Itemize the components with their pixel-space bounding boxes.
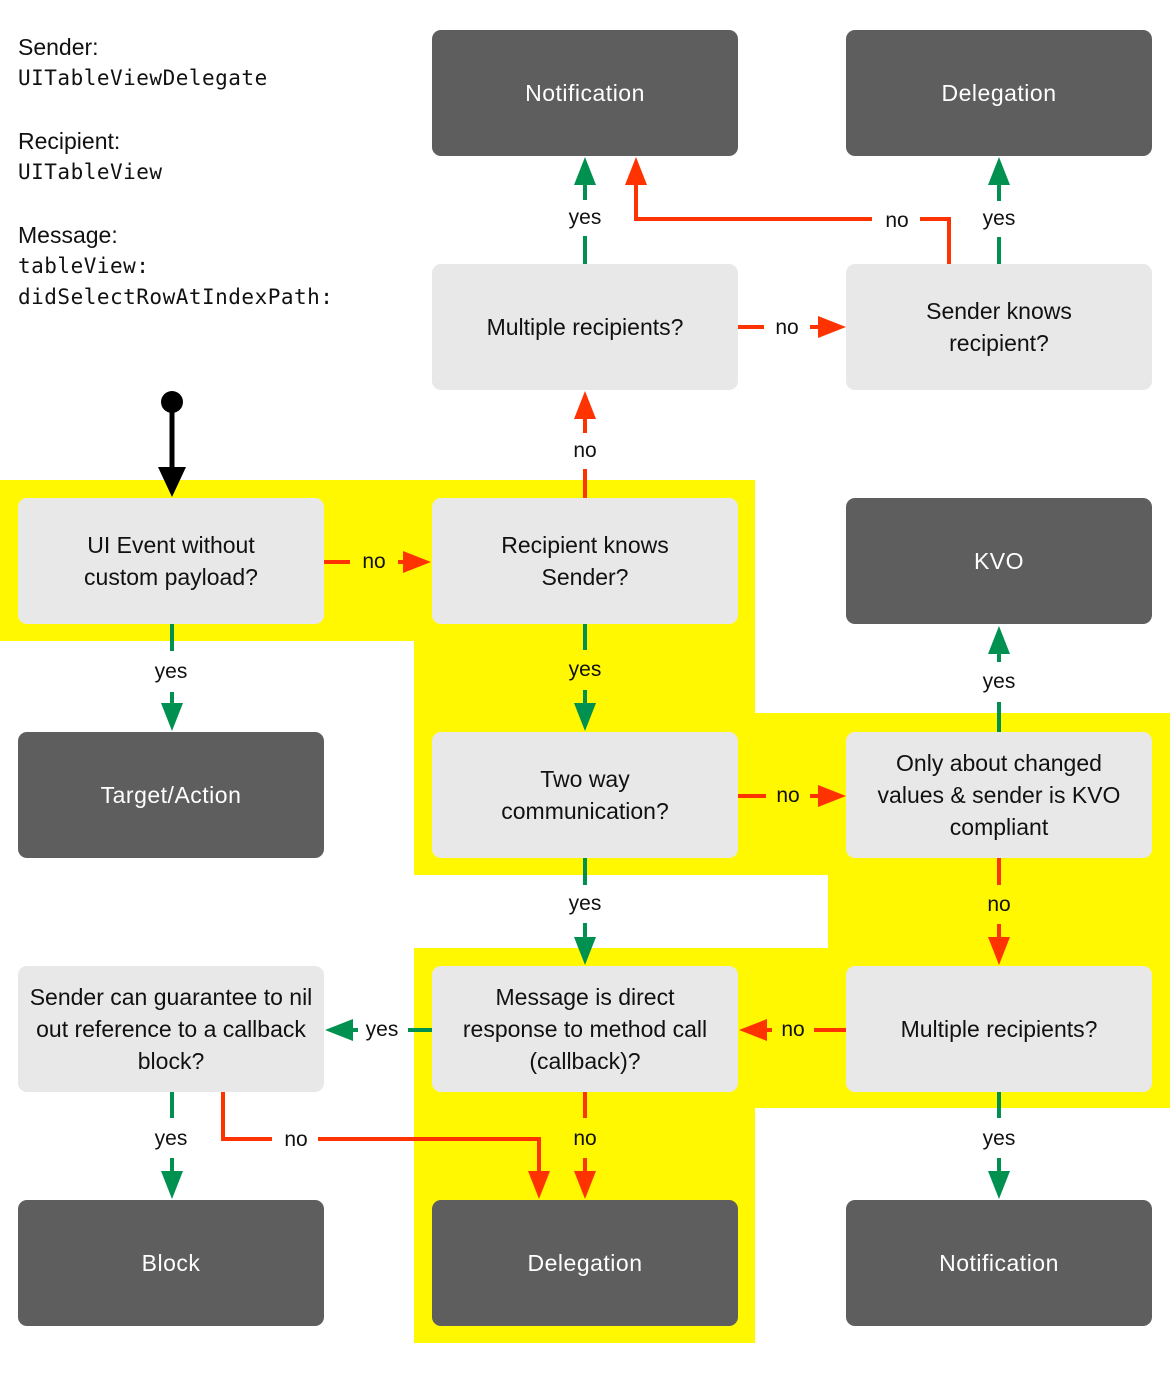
result-target-action: Target/Action [18, 732, 324, 858]
result-notification-top: Notification [432, 30, 738, 156]
question-multiple-recipients-bottom: Multiple recipients? [846, 966, 1152, 1092]
edge-label-yes: yes [982, 670, 1016, 693]
question-only-changed-values: Only about changed values & sender is KV… [846, 732, 1152, 858]
edge-skr-yes-arrowhead-icon [988, 157, 1010, 185]
question-multiple-recipients-top: Multiple recipients? [432, 264, 738, 390]
result-block: Block [18, 1200, 324, 1326]
edge-label-yes: yes [568, 206, 602, 229]
flowchart-canvas: Sender: UITableViewDelegate Recipient: U… [0, 0, 1170, 1374]
edge-skr-no-line [634, 185, 872, 221]
edge-label-yes: yes [982, 1127, 1016, 1150]
question-direct-response: Message is direct response to method cal… [432, 966, 738, 1092]
edge-label-no: no [781, 1018, 805, 1041]
question-sender-nil-out: Sender can guarantee to nil out referenc… [18, 966, 324, 1092]
edge-mrb-yes-arrowhead-icon [988, 1171, 1010, 1199]
recipient-label: Recipient: [18, 128, 121, 154]
edge-label-no: no [987, 893, 1011, 916]
edge-skr-no-arrowhead-icon [625, 157, 647, 185]
edge-label-yes: yes [365, 1018, 399, 1041]
edge-label-yes: yes [568, 658, 602, 681]
recipient-value: UITableView [18, 160, 163, 184]
sender-value: UITableViewDelegate [18, 66, 268, 90]
message-value-line1: tableView: [18, 254, 150, 278]
edge-label-no: no [775, 316, 799, 339]
edge-label-yes: yes [982, 207, 1016, 230]
edge-label-yes: yes [154, 660, 188, 683]
message-label: Message: [18, 222, 118, 248]
edge-mr-top-yes-arrowhead-icon [574, 157, 596, 185]
edge-label-no: no [284, 1128, 308, 1151]
edge-rks-no-arrowhead-icon [574, 391, 596, 419]
edge-label-no: no [573, 439, 597, 462]
result-delegation-top: Delegation [846, 30, 1152, 156]
result-notification-bottom: Notification [846, 1200, 1152, 1326]
edge-dr-yes-arrowhead-icon [325, 1019, 353, 1041]
sender-label: Sender: [18, 34, 99, 60]
context-panel: Sender: UITableViewDelegate Recipient: U… [18, 32, 333, 313]
edge-label-no: no [776, 784, 800, 807]
edge-mr-top-no-arrowhead-icon [818, 316, 846, 338]
edge-snil-yes-arrowhead-icon [161, 1171, 183, 1199]
edge-label-yes: yes [154, 1127, 188, 1150]
start-dot-icon [161, 391, 183, 413]
edge-ui-yes-arrowhead-icon [161, 703, 183, 731]
result-kvo: KVO [846, 498, 1152, 624]
result-delegation-bottom: Delegation [432, 1200, 738, 1326]
edge-skr-no-line [920, 217, 951, 265]
edge-label-no: no [885, 209, 909, 232]
question-recipient-knows-sender: Recipient knows Sender? [432, 498, 738, 624]
edge-label-no: no [573, 1127, 597, 1150]
edge-label-yes: yes [568, 892, 602, 915]
message-value-line2: didSelectRowAtIndexPath: [18, 285, 334, 309]
edge-label-no: no [362, 550, 386, 573]
edge-ocv-yes-arrowhead-icon [988, 626, 1010, 654]
edge-snil-no-line [221, 1092, 272, 1141]
question-ui-event: UI Event without custom payload? [18, 498, 324, 624]
question-two-way: Two way communication? [432, 732, 738, 858]
question-sender-knows-recipient: Sender knows recipient? [846, 264, 1152, 390]
